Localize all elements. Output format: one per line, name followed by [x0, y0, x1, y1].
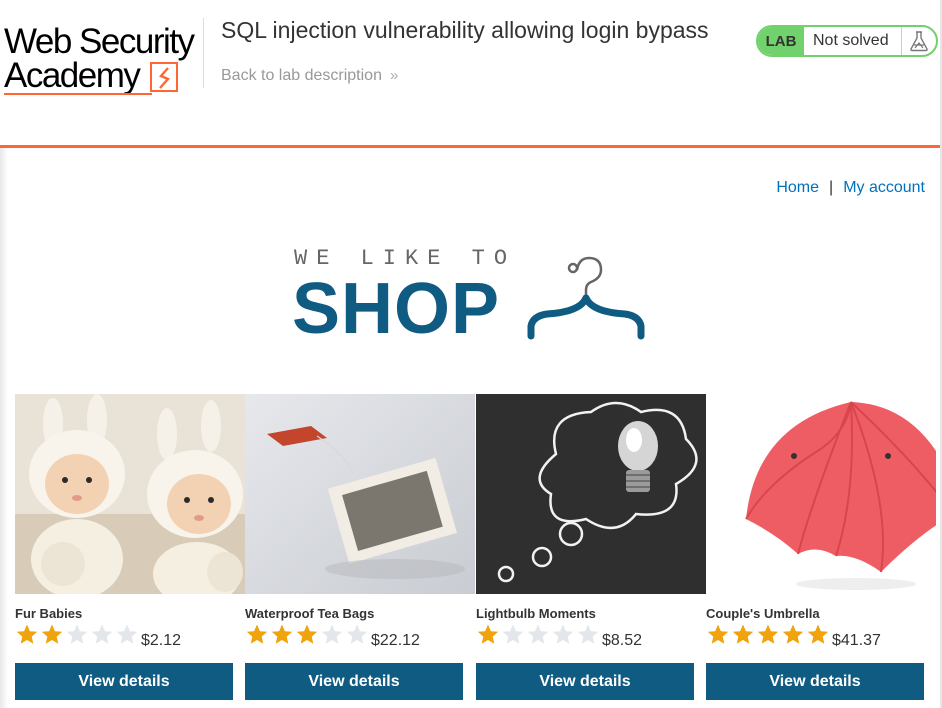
double-chevron-right-icon: » — [389, 67, 399, 84]
star-empty-icon — [552, 624, 574, 644]
product-image — [706, 394, 936, 594]
star-empty-icon — [321, 624, 343, 644]
star-filled-icon — [41, 624, 63, 644]
star-filled-icon — [807, 624, 829, 644]
star-filled-icon — [16, 624, 38, 644]
product-rating — [245, 623, 370, 645]
product-name: Couple's Umbrella — [706, 606, 820, 621]
star-filled-icon — [707, 624, 729, 644]
star-empty-icon — [346, 624, 368, 644]
product-image — [476, 394, 706, 594]
lightning-bolt-icon — [150, 62, 178, 92]
star-empty-icon — [577, 624, 599, 644]
lab-status-widget: LAB Not solved — [756, 25, 938, 57]
product-price: $22.12 — [371, 632, 420, 649]
view-details-button[interactable]: View details — [245, 663, 463, 700]
product-name: Lightbulb Moments — [476, 606, 596, 621]
product-rating — [706, 623, 831, 645]
header-orange-rule — [0, 145, 940, 148]
product-price: $41.37 — [832, 632, 881, 649]
star-empty-icon — [116, 624, 138, 644]
product-price: $8.52 — [602, 632, 643, 649]
star-filled-icon — [732, 624, 754, 644]
back-link-label: Back to lab description — [221, 67, 382, 84]
header-divider — [203, 18, 204, 88]
home-link[interactable]: Home — [776, 179, 819, 196]
star-filled-icon — [246, 624, 268, 644]
top-navigation: Home | My account — [776, 179, 925, 197]
logo-underline — [4, 93, 152, 95]
lab-title: SQL injection vulnerability allowing log… — [221, 17, 709, 43]
product-rating — [476, 623, 601, 645]
star-filled-icon — [296, 624, 318, 644]
web-security-academy-logo[interactable]: Web Security Academy — [4, 22, 200, 98]
view-details-button[interactable]: View details — [15, 663, 233, 700]
star-filled-icon — [782, 624, 804, 644]
product-name: Fur Babies — [15, 606, 83, 621]
star-filled-icon — [477, 624, 499, 644]
product-image — [15, 394, 245, 594]
logo-text-line2: Academy — [4, 56, 141, 95]
star-empty-icon — [502, 624, 524, 644]
star-empty-icon — [91, 624, 113, 644]
back-to-lab-description-link[interactable]: Back to lab description » — [221, 67, 398, 85]
hero-title: SHOP — [292, 269, 501, 349]
product-price: $2.12 — [141, 632, 182, 649]
product-image — [245, 394, 475, 594]
star-empty-icon — [527, 624, 549, 644]
product-name: Waterproof Tea Bags — [245, 606, 375, 621]
star-filled-icon — [757, 624, 779, 644]
star-empty-icon — [66, 624, 88, 644]
lab-badge: LAB — [758, 27, 804, 55]
my-account-link[interactable]: My account — [843, 179, 925, 196]
coat-hanger-icon — [525, 250, 649, 345]
nav-separator: | — [829, 179, 834, 196]
product-rating — [15, 623, 140, 645]
view-details-button[interactable]: View details — [476, 663, 694, 700]
view-details-button[interactable]: View details — [706, 663, 924, 700]
lab-header: Web Security Academy SQL injection vulne… — [0, 0, 940, 146]
flask-icon[interactable] — [901, 27, 936, 55]
lab-status-text: Not solved — [813, 32, 889, 49]
star-filled-icon — [271, 624, 293, 644]
